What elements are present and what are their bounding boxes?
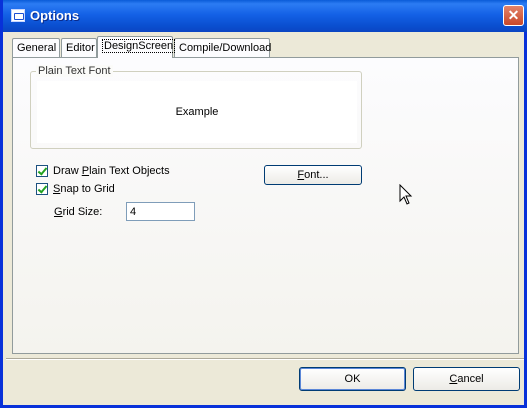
- button-separator: [6, 358, 524, 360]
- title-bar[interactable]: Options ✕: [3, 0, 527, 32]
- tab-compile-download-label: Compile/Download: [179, 42, 272, 54]
- ok-button[interactable]: OK: [299, 367, 406, 391]
- tab-editor-label: Editor: [66, 42, 95, 54]
- tab-designscreen[interactable]: DesignScreen: [97, 36, 176, 58]
- grid-size-label: Grid Size:: [54, 206, 103, 218]
- tab-designscreen-label: DesignScreen: [102, 39, 176, 53]
- snap-to-grid-label: Snap to Grid: [53, 183, 115, 195]
- draw-plain-text-objects-label: Draw Plain Text Objects: [53, 165, 170, 177]
- tab-general[interactable]: General: [12, 38, 60, 57]
- snap-to-grid-checkbox[interactable]: [36, 183, 48, 195]
- cancel-button[interactable]: Cancel: [413, 367, 520, 391]
- mouse-pointer-icon: [399, 184, 413, 205]
- draw-plain-text-objects-option[interactable]: Draw Plain Text Objects: [36, 165, 170, 177]
- close-button[interactable]: ✕: [503, 5, 524, 26]
- window-title: Options: [30, 8, 80, 23]
- app-window-icon: [11, 9, 25, 22]
- designscreen-panel: Plain Text Font Example Draw Plain Text …: [12, 57, 519, 354]
- tab-compile-download[interactable]: Compile/Download: [174, 38, 272, 57]
- snap-to-grid-option[interactable]: Snap to Grid: [36, 183, 115, 195]
- tab-general-label: General: [17, 42, 57, 54]
- options-dialog: Options ✕ General Editor DesignScreen Co…: [0, 0, 527, 408]
- tab-editor[interactable]: Editor: [61, 38, 97, 57]
- font-example-text: Example: [175, 106, 219, 118]
- grid-size-input[interactable]: [126, 202, 195, 221]
- draw-plain-text-objects-checkbox[interactable]: [36, 165, 48, 177]
- plain-text-font-label: Plain Text Font: [36, 65, 113, 77]
- font-example-preview: Example: [37, 81, 357, 143]
- plain-text-font-group: Plain Text Font Example: [30, 65, 362, 149]
- font-button[interactable]: Font...: [264, 165, 362, 185]
